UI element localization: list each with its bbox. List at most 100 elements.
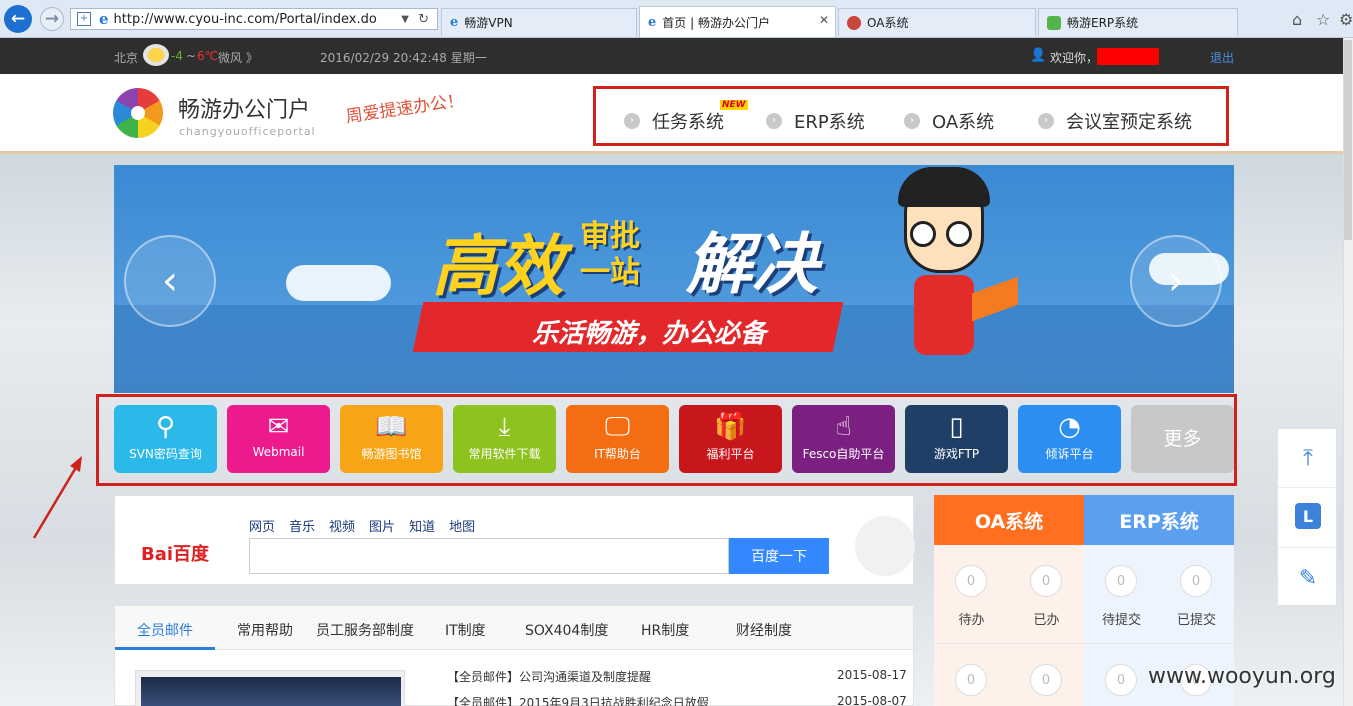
annotation-arrow-icon: [32, 456, 82, 539]
oa-system-header[interactable]: OA系统: [934, 495, 1084, 545]
news-thumbnail[interactable]: [135, 670, 405, 706]
scrollbar-thumb[interactable]: [1344, 40, 1352, 240]
favorites-icon[interactable]: ☆: [1316, 10, 1330, 29]
baidu-link-map[interactable]: 地图: [449, 516, 475, 535]
settings-icon[interactable]: ⚙: [1339, 10, 1353, 29]
oa-todo-count[interactable]: 0: [955, 565, 987, 597]
erp-pending-count[interactable]: 0: [1105, 565, 1137, 597]
tile-software-download[interactable]: ⤓ 常用软件下载: [453, 405, 556, 473]
banner-headline-4: 解决: [686, 226, 818, 303]
baidu-link-web[interactable]: 网页: [249, 516, 275, 535]
ie-icon: e: [450, 15, 459, 30]
baidu-search-input[interactable]: [249, 538, 729, 574]
tab-all-mail[interactable]: 全员邮件: [137, 620, 193, 640]
logout-link[interactable]: 退出: [1210, 49, 1234, 66]
floating-toolbar: ⤒ L ✎: [1277, 428, 1337, 606]
baidu-link-video[interactable]: 视频: [329, 516, 355, 535]
refresh-icon[interactable]: ↻: [418, 12, 429, 27]
banner-subtitle: 乐活畅游，办公必备: [532, 319, 767, 349]
logo-icon[interactable]: [113, 88, 163, 138]
baidu-search-panel: Bai百度 网页 音乐 视频 图片 知道 地图 百度一下: [114, 495, 915, 585]
nav-label: OA系统: [932, 112, 995, 133]
tile-label: IT帮助台: [594, 447, 641, 461]
tile-it-help[interactable]: 🖵 IT帮助台: [566, 405, 669, 473]
tab-it-policy[interactable]: IT制度: [445, 620, 486, 640]
news-item-title[interactable]: 【全员邮件】2015年9月3日抗战胜利纪念日放假: [447, 694, 709, 706]
temp-low: -4: [171, 49, 183, 63]
weather-icon: [143, 44, 169, 66]
back-icon[interactable]: ←: [4, 5, 32, 33]
baidu-search-button[interactable]: 百度一下: [729, 538, 829, 574]
count-circle[interactable]: 0: [1030, 664, 1062, 696]
tile-webmail[interactable]: ✉ Webmail: [227, 405, 330, 473]
nav-task-system[interactable]: › 任务系统 NEW: [624, 100, 748, 134]
tile-label: Fesco自助平台: [802, 447, 885, 461]
edit-icon[interactable]: ✎: [1293, 563, 1323, 593]
chevron-right-icon: ›: [904, 113, 920, 129]
baidu-link-music[interactable]: 音乐: [289, 516, 315, 535]
tab-label: OA系统: [867, 16, 909, 30]
tile-svn[interactable]: ⚲ SVN密码查询: [114, 405, 217, 473]
tab-label: 畅游ERP系统: [1067, 16, 1139, 30]
tile-label: 畅游图书馆: [361, 447, 422, 461]
dropdown-icon[interactable]: ▼: [401, 14, 409, 25]
tile-more[interactable]: 更多: [1131, 405, 1234, 473]
nav-erp-system[interactable]: › ERP系统: [766, 108, 865, 134]
chevron-right-icon: ›: [1038, 113, 1054, 129]
book-icon: 📖: [375, 412, 408, 442]
active-tab-indicator: [115, 647, 215, 650]
tab-common-help[interactable]: 常用帮助: [237, 620, 293, 640]
count-circle[interactable]: 0: [1105, 664, 1137, 696]
browser-toolbar: ← → + e http://www.cyou-inc.com/Portal/i…: [0, 0, 1353, 38]
banner-carousel[interactable]: ‹ › 高效 审批 一站 解决 乐活畅游，办公必备: [114, 165, 1234, 393]
login-icon[interactable]: L: [1295, 503, 1321, 529]
forward-icon[interactable]: →: [40, 7, 64, 31]
nav-label: ERP系统: [794, 112, 865, 133]
carousel-next-button[interactable]: ›: [1130, 235, 1222, 327]
datetime: 2016/02/29 20:42:48 星期一: [320, 51, 487, 65]
tile-feedback[interactable]: ◔ 倾诉平台: [1018, 405, 1121, 473]
carousel-prev-button[interactable]: ‹: [124, 235, 216, 327]
tab-hr[interactable]: HR制度: [641, 620, 689, 640]
search-icon: ⚲: [155, 412, 176, 442]
baidu-links: 网页 音乐 视频 图片 知道 地图: [249, 516, 475, 535]
mascot-glasses: [910, 221, 936, 247]
nav-meeting-room[interactable]: › 会议室预定系统: [1038, 108, 1192, 134]
baidu-link-image[interactable]: 图片: [369, 516, 395, 535]
baidu-link-zhidao[interactable]: 知道: [409, 516, 435, 535]
count-circle[interactable]: 0: [955, 664, 987, 696]
tab-sox404[interactable]: SOX404制度: [525, 620, 608, 640]
erp-favicon: [1047, 15, 1061, 30]
tile-welfare[interactable]: 🎁 福利平台: [679, 405, 782, 473]
erp-submitted-count[interactable]: 0: [1180, 565, 1212, 597]
close-icon[interactable]: ✕: [819, 13, 829, 27]
home-icon[interactable]: ⌂: [1292, 10, 1302, 29]
tile-label: Webmail: [252, 445, 305, 459]
favorites-add-icon[interactable]: +: [77, 12, 91, 26]
back-to-top-icon[interactable]: ⤒: [1293, 443, 1323, 473]
tab-finance[interactable]: 财经制度: [736, 620, 792, 640]
mail-icon: ✉: [267, 412, 290, 442]
news-item-title[interactable]: 【全员邮件】公司沟通渠道及制度提醒: [447, 668, 651, 685]
tile-library[interactable]: 📖 畅游图书馆: [340, 405, 443, 473]
tab-erp[interactable]: 畅游ERP系统: [1038, 8, 1238, 36]
nav-oa-system[interactable]: › OA系统: [904, 108, 994, 134]
site-pinyin: changyouofficeportal: [179, 125, 316, 138]
tile-game-ftp[interactable]: ▯ 游戏FTP: [905, 405, 1008, 473]
news-item-date: 2015-08-17: [837, 668, 907, 682]
chevron-right-icon: ›: [624, 113, 640, 129]
oa-done-count[interactable]: 0: [1030, 565, 1062, 597]
banner-headline-1: 高效: [432, 228, 564, 305]
url-text[interactable]: http://www.cyou-inc.com/Portal/index.do: [114, 12, 377, 27]
mascot-glasses: [946, 221, 972, 247]
tab-vpn[interactable]: e 畅游VPN: [441, 8, 637, 36]
tab-staff-service[interactable]: 员工服务部制度: [316, 620, 414, 640]
tile-fesco[interactable]: ☝ Fesco自助平台: [792, 405, 895, 473]
banner-headline-3: 一站: [580, 255, 640, 290]
tab-oa[interactable]: OA系统: [838, 8, 1036, 36]
watermark: www.wooyun.org: [1148, 664, 1336, 689]
erp-system-header[interactable]: ERP系统: [1084, 495, 1234, 545]
address-bar[interactable]: + e http://www.cyou-inc.com/Portal/index…: [70, 8, 438, 30]
tab-portal[interactable]: e 首页 | 畅游办公门户 ✕: [639, 6, 836, 37]
download-icon: ⤓: [498, 412, 511, 442]
